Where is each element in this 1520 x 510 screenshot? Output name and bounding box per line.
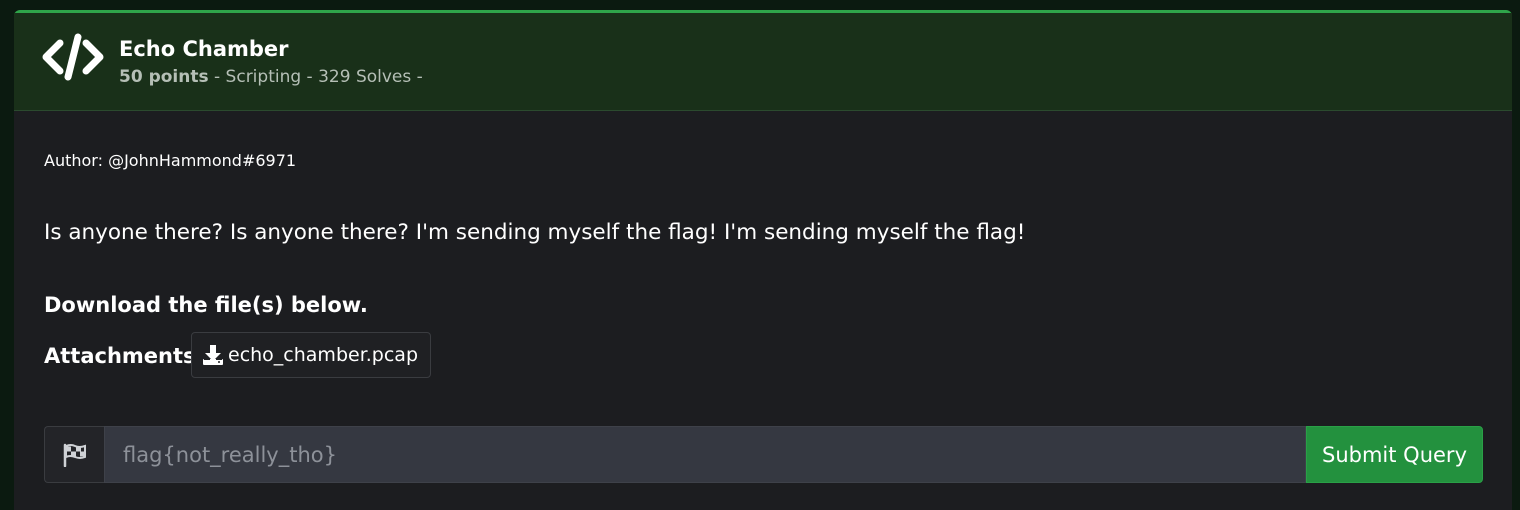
download-icon xyxy=(203,345,223,365)
download-instructions: Download the file(s) below. xyxy=(44,293,368,317)
challenge-description: Is anyone there? Is anyone there? I'm se… xyxy=(44,220,1026,245)
attachments-label: Attachments: xyxy=(44,344,204,368)
submit-query-button[interactable]: Submit Query xyxy=(1306,426,1483,483)
checkered-flag-icon xyxy=(63,443,86,467)
attachment-link[interactable]: echo_chamber.pcap xyxy=(191,332,432,378)
challenge-meta: 50 points - Scripting - 329 Solves - xyxy=(119,66,423,88)
flag-addon xyxy=(44,426,104,483)
challenge-header: Echo Chamber 50 points - Scripting - 329… xyxy=(14,13,1512,111)
challenge-author: Author: @JohnHammond#6971 xyxy=(44,151,297,170)
flag-input[interactable] xyxy=(104,426,1306,483)
challenge-card: Echo Chamber 50 points - Scripting - 329… xyxy=(14,10,1512,510)
attachment-filename: echo_chamber.pcap xyxy=(228,344,419,366)
challenge-points: 50 points xyxy=(119,67,209,87)
challenge-title: Echo Chamber xyxy=(119,37,289,61)
challenge-meta-rest: - Scripting - 329 Solves - xyxy=(208,67,423,87)
flag-submit-form: Submit Query xyxy=(44,426,1483,483)
code-icon xyxy=(42,33,104,81)
